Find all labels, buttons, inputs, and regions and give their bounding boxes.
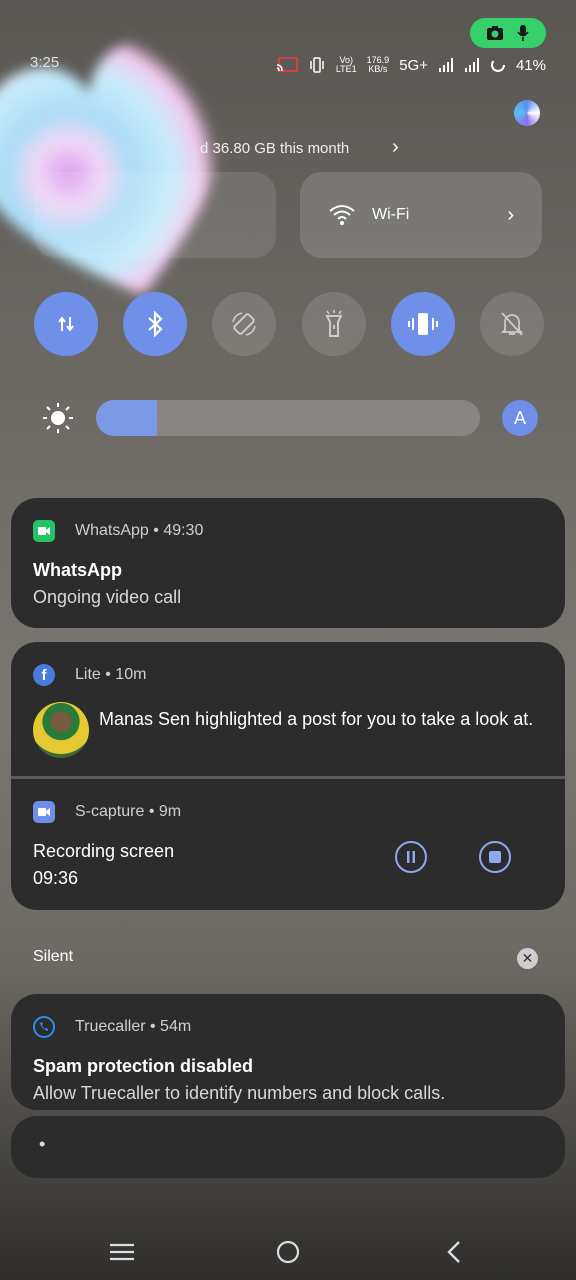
brightness-fill: [96, 400, 158, 436]
volte-indicator: Vo) LTE1: [335, 55, 357, 74]
notification-body: Ongoing video call: [33, 587, 182, 607]
back-icon: [447, 1241, 460, 1263]
notification-truecaller[interactable]: Truecaller • 54m Spam protection disable…: [11, 994, 565, 1110]
flashlight-toggle[interactable]: [301, 292, 366, 356]
whatsapp-video-icon: [33, 520, 55, 542]
camera-icon: [487, 26, 503, 40]
notification-collapsed[interactable]: •: [11, 1116, 565, 1178]
brightness-row: A: [40, 398, 540, 438]
truecaller-icon: [33, 1016, 55, 1038]
notification-whatsapp[interactable]: WhatsApp • 49:30 WhatsApp Ongoing video …: [11, 498, 565, 628]
bell-off-icon: [500, 312, 524, 336]
recording-indicator: [470, 18, 546, 48]
wifi-icon: [329, 205, 355, 225]
bluetooth-toggle[interactable]: [123, 292, 188, 356]
back-button[interactable]: [434, 1236, 474, 1268]
microphone-icon: [517, 25, 529, 41]
vibrate-toggle[interactable]: [390, 292, 455, 356]
notification-title: Spam protection disabled: [33, 1056, 254, 1076]
mobile-data-toggle[interactable]: [34, 292, 98, 356]
quick-settings-row: [34, 292, 544, 356]
pause-button[interactable]: [395, 841, 427, 873]
signal-icon-2: [464, 58, 479, 72]
app-name: Truecaller: [75, 1018, 146, 1035]
battery-percent: 41%: [515, 56, 546, 74]
clear-silent-button[interactable]: ✕: [517, 948, 538, 969]
chevron-right-icon: ›: [507, 203, 514, 226]
chevron-right-icon[interactable]: ›: [392, 136, 399, 159]
bluetooth-icon: [148, 311, 163, 337]
data-arrows-icon: [58, 316, 74, 332]
recents-button[interactable]: [102, 1236, 142, 1268]
notification-title: WhatsApp: [33, 560, 122, 580]
avatar: [33, 702, 89, 758]
recording-title: Recording screen: [33, 841, 175, 861]
home-icon: [276, 1240, 300, 1264]
dnd-toggle[interactable]: [479, 292, 544, 356]
flashlight-icon: [324, 310, 343, 337]
data-usage-text[interactable]: d 36.80 GB this month: [200, 140, 349, 157]
clock: 3:25: [30, 54, 60, 71]
cast-icon: [276, 57, 298, 72]
network-type: 5G+: [399, 56, 428, 74]
scapture-icon: [33, 801, 55, 823]
vibrate-icon: [407, 313, 438, 335]
pause-icon: [407, 851, 415, 863]
battery-icon: [490, 58, 505, 72]
signal-icon-1: [438, 58, 453, 72]
status-bar: 3:25 Vo) LTE1 176.9 KB/s 5G+ 41%: [0, 48, 576, 78]
wifi-label: Wi-Fi: [372, 206, 410, 223]
recording-elapsed: 09:36: [33, 868, 79, 888]
app-name: S-capture: [75, 803, 145, 820]
brightness-icon: [43, 403, 73, 433]
app-name: Lite: [75, 666, 101, 683]
net-speed: 176.9 KB/s: [366, 55, 390, 74]
mobile-data-tile[interactable]: [34, 172, 276, 258]
auto-brightness-button[interactable]: A: [502, 400, 538, 436]
notification-time: 9m: [158, 803, 182, 820]
facebook-icon: f: [33, 664, 55, 686]
app-name: WhatsApp: [75, 522, 149, 539]
navigation-bar: [0, 1230, 576, 1274]
notification-group: f Lite • 10m Manas Sen highlighted a pos…: [11, 642, 565, 910]
notification-time: 49:30: [163, 522, 204, 539]
rotate-icon: [232, 312, 257, 336]
notification-lite[interactable]: f Lite • 10m Manas Sen highlighted a pos…: [11, 642, 565, 779]
notification-body: Manas Sen highlighted a post for you to …: [99, 709, 534, 729]
stop-icon: [489, 851, 501, 863]
collapsed-dot: •: [39, 1134, 46, 1154]
brightness-slider[interactable]: [96, 400, 480, 436]
recents-icon: [110, 1243, 134, 1261]
home-button[interactable]: [268, 1236, 308, 1268]
stop-button[interactable]: [479, 841, 511, 873]
profile-avatar[interactable]: [514, 100, 540, 126]
silent-section-header: Silent: [33, 948, 74, 965]
notification-time: 10m: [115, 666, 147, 683]
notification-scapture[interactable]: S-capture • 9m Recording screen 09:36: [11, 779, 565, 911]
vibrate-status-icon: [310, 57, 324, 73]
auto-rotate-toggle[interactable]: [212, 292, 277, 356]
notification-time: 54m: [160, 1018, 192, 1035]
notification-body: Allow Truecaller to identify numbers and…: [33, 1083, 446, 1103]
wifi-tile[interactable]: Wi-Fi ›: [300, 172, 542, 258]
